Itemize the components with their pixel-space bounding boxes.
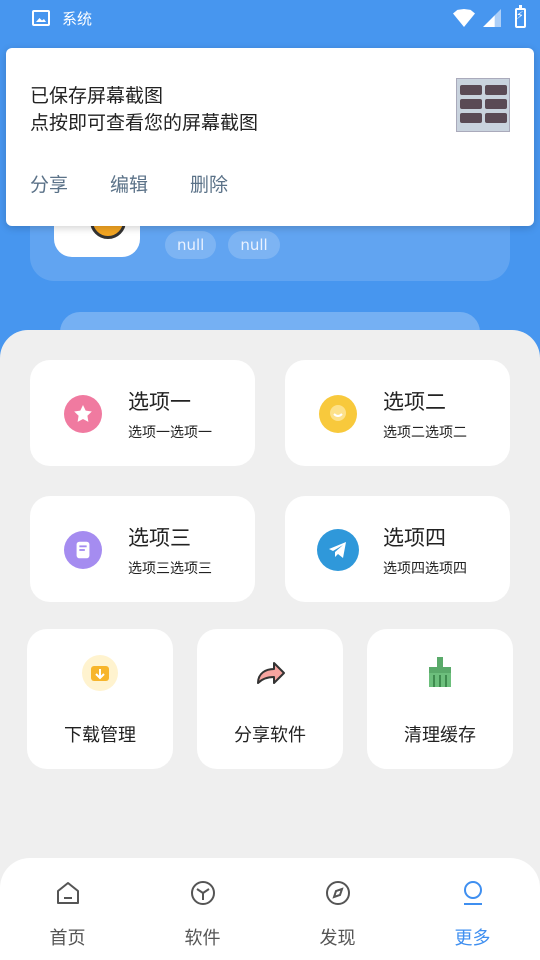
- bottom-nav: 首页 软件 发现 更多: [0, 858, 540, 960]
- option-title: 选项二: [383, 390, 446, 414]
- edit-action-button[interactable]: 编辑: [110, 170, 148, 197]
- option-subtitle: 选项四选项四: [383, 561, 467, 577]
- option-card-3[interactable]: 选项三 选项三选项三: [30, 496, 255, 602]
- option-title: 选项一: [128, 390, 191, 414]
- share-arrow-icon: [252, 655, 288, 691]
- share-action-button[interactable]: 分享: [30, 170, 68, 197]
- compass-icon: [323, 878, 353, 908]
- star-icon: [64, 395, 102, 433]
- option-title: 选项三: [128, 526, 191, 550]
- telegram-icon: [317, 529, 359, 571]
- nav-label: 发现: [319, 928, 356, 949]
- tool-label: 分享软件: [234, 725, 306, 746]
- screenshot-notification[interactable]: 已保存屏幕截图 点按即可查看您的屏幕截图 分享 编辑 删除: [6, 48, 534, 226]
- download-folder-icon: [82, 655, 118, 691]
- nav-label: 更多: [454, 928, 491, 949]
- profile-tag: null: [165, 231, 217, 259]
- option-title: 选项四: [383, 526, 446, 550]
- person-icon: [458, 878, 488, 908]
- box-icon: [188, 878, 218, 908]
- share-app-button[interactable]: 分享软件: [197, 629, 343, 769]
- nav-item-software[interactable]: 软件: [135, 858, 270, 960]
- status-bar: 系统: [0, 0, 540, 36]
- home-icon: [53, 878, 83, 908]
- signal-icon: [483, 9, 501, 27]
- screenshot-thumbnail[interactable]: [456, 78, 510, 132]
- nav-label: 首页: [49, 928, 86, 949]
- nav-item-home[interactable]: 首页: [0, 858, 135, 960]
- tool-label: 下载管理: [64, 725, 136, 746]
- broom-icon: [422, 655, 458, 691]
- option-card-4[interactable]: 选项四 选项四选项四: [285, 496, 510, 602]
- delete-action-button[interactable]: 删除: [190, 170, 228, 197]
- battery-icon: [515, 5, 526, 28]
- option-subtitle: 选项三选项三: [128, 561, 212, 577]
- note-icon: [64, 531, 102, 569]
- nav-item-more[interactable]: 更多: [405, 858, 540, 960]
- download-manager-button[interactable]: 下载管理: [27, 629, 173, 769]
- option-subtitle: 选项一选项一: [128, 425, 212, 441]
- status-app-label: 系统: [62, 9, 93, 28]
- wifi-icon: [453, 9, 475, 27]
- option-card-1[interactable]: 选项一 选项一选项一: [30, 360, 255, 466]
- notification-subtitle: 点按即可查看您的屏幕截图: [30, 112, 259, 134]
- clear-cache-button[interactable]: 清理缓存: [367, 629, 513, 769]
- profile-tag: null: [228, 231, 280, 259]
- image-icon: [32, 10, 50, 26]
- nav-item-discover[interactable]: 发现: [270, 858, 405, 960]
- tool-label: 清理缓存: [404, 725, 476, 746]
- option-subtitle: 选项二选项二: [383, 425, 467, 441]
- chat-bubble-icon: [319, 395, 357, 433]
- notification-title: 已保存屏幕截图: [30, 85, 164, 107]
- option-card-2[interactable]: 选项二 选项二选项二: [285, 360, 510, 466]
- nav-label: 软件: [184, 928, 221, 949]
